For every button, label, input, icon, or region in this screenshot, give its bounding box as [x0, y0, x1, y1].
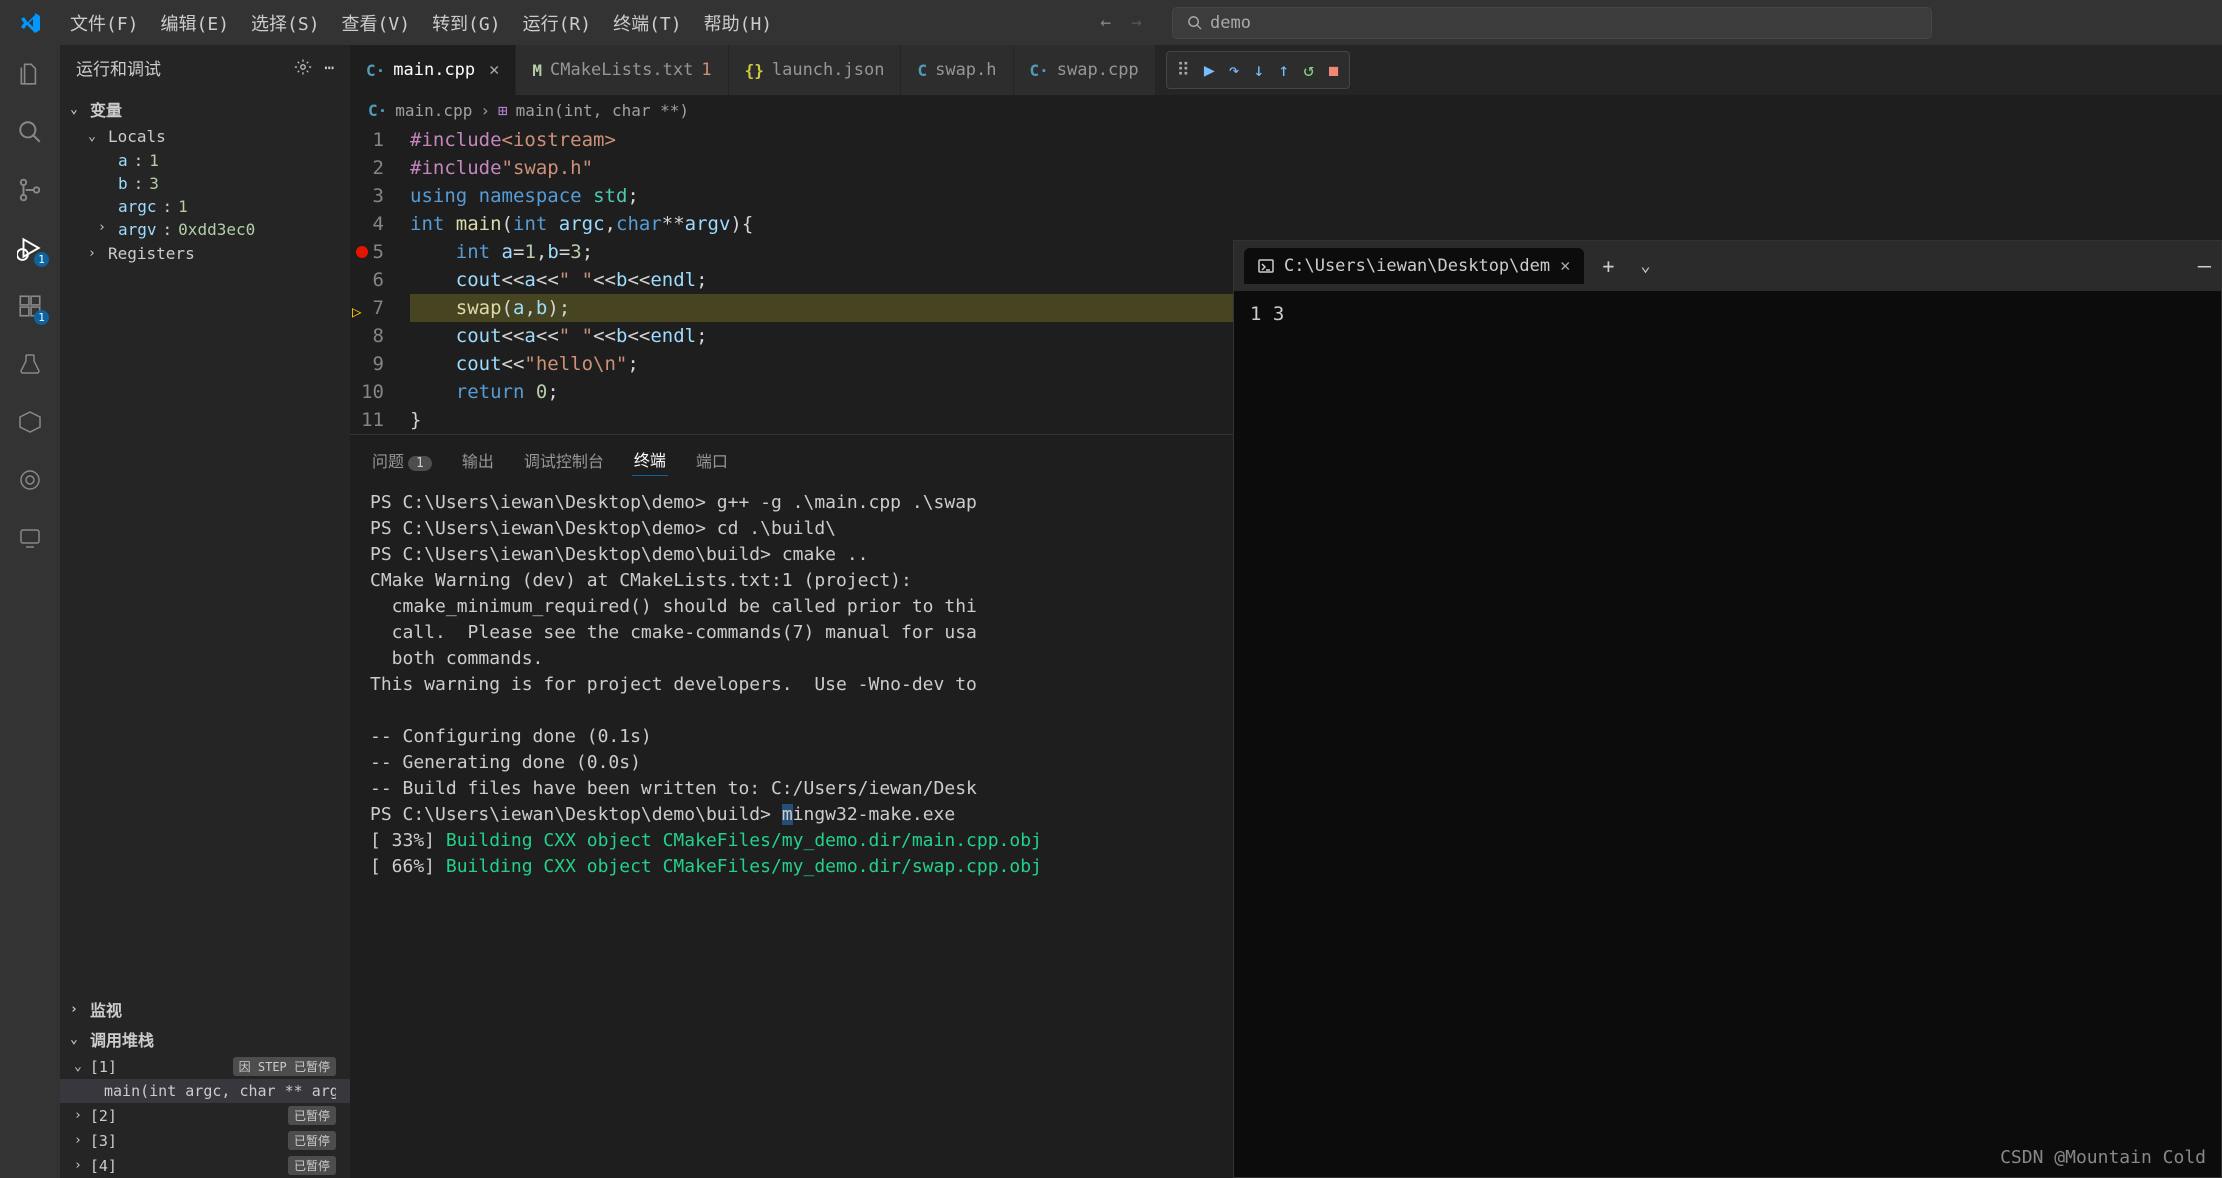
- source-control-icon[interactable]: [15, 175, 45, 205]
- variable-row[interactable]: b: 3: [88, 172, 350, 195]
- editor-tab[interactable]: {}launch.json: [729, 45, 902, 95]
- search-placeholder: demo: [1210, 13, 1251, 33]
- breadcrumb[interactable]: C· main.cpp › ⊞ main(int, char **): [350, 95, 2222, 126]
- restart-icon[interactable]: ↺: [1303, 60, 1314, 81]
- panel-tab-output[interactable]: 输出: [460, 444, 496, 476]
- debug-sidebar: 运行和调试 ⋯ ⌄变量 ⌄Locals a: 1b: 3argc: 1›argv…: [60, 45, 350, 1178]
- external-terminal-window: C:\Users\iewan\Desktop\dem ✕ + ⌄ — 1 3: [1233, 240, 2222, 1178]
- watch-section[interactable]: ›监视: [60, 994, 350, 1024]
- variable-row[interactable]: ›argv: 0xdd3ec0: [88, 218, 350, 241]
- variable-row[interactable]: a: 1: [88, 149, 350, 172]
- menu-select[interactable]: 选择(S): [241, 4, 330, 42]
- panel-tab-problems[interactable]: 问题1: [370, 444, 434, 476]
- search-activity-icon[interactable]: [15, 117, 45, 147]
- nav-arrows: ← →: [1100, 12, 1142, 33]
- locals-section[interactable]: ⌄Locals: [88, 124, 350, 149]
- watermark: CSDN @Mountain Cold: [2000, 1147, 2206, 1168]
- editor-tab[interactable]: C·swap.cpp: [1014, 45, 1156, 95]
- terminal-icon: [1258, 258, 1274, 274]
- command-center[interactable]: demo: [1172, 7, 1932, 39]
- search-icon: [1187, 15, 1202, 30]
- step-out-icon[interactable]: ↑: [1278, 60, 1289, 81]
- close-tab-icon[interactable]: ✕: [489, 60, 499, 80]
- variables-section[interactable]: ⌄变量: [60, 94, 350, 124]
- explorer-icon[interactable]: [15, 59, 45, 89]
- drag-handle-icon[interactable]: ⠿: [1177, 60, 1190, 81]
- menu-goto[interactable]: 转到(G): [422, 4, 511, 42]
- step-into-icon[interactable]: ↓: [1254, 60, 1265, 81]
- editor-tab[interactable]: MCMakeLists.txt1: [516, 45, 728, 95]
- sidebar-header: 运行和调试 ⋯: [60, 45, 350, 90]
- thread-row[interactable]: ›[4]已暂停: [60, 1153, 350, 1178]
- registers-section[interactable]: ›Registers: [88, 241, 350, 266]
- editor-tab[interactable]: C·main.cpp✕: [350, 45, 516, 95]
- cpp-file-icon: C·: [368, 101, 387, 120]
- external-terminal-output[interactable]: 1 3: [1234, 291, 2221, 1177]
- nav-forward-icon[interactable]: →: [1131, 12, 1142, 33]
- testing-icon[interactable]: [15, 349, 45, 379]
- extensions-icon[interactable]: 1: [15, 291, 45, 321]
- stop-icon[interactable]: ◼: [1328, 60, 1339, 81]
- variable-row[interactable]: argc: 1: [88, 195, 350, 218]
- menu-file[interactable]: 文件(F): [60, 4, 149, 42]
- breadcrumb-file[interactable]: main.cpp: [395, 101, 472, 120]
- more-icon[interactable]: ⋯: [324, 58, 334, 77]
- gear-icon[interactable]: [294, 58, 312, 77]
- minimize-icon[interactable]: —: [2198, 254, 2211, 279]
- menu-help[interactable]: 帮助(H): [694, 4, 783, 42]
- thread-row[interactable]: ›[3]已暂停: [60, 1128, 350, 1153]
- debug-toolbar: ⠿ ▶ ↷ ↓ ↑ ↺ ◼: [1166, 51, 1350, 89]
- external-tab-title: C:\Users\iewan\Desktop\dem: [1284, 256, 1550, 276]
- continue-icon[interactable]: ▶: [1204, 60, 1215, 81]
- cpp-icon[interactable]: [15, 407, 45, 437]
- external-tab-bar: C:\Users\iewan\Desktop\dem ✕ + ⌄ —: [1234, 241, 2221, 291]
- menu-terminal[interactable]: 终端(T): [603, 4, 692, 42]
- vscode-logo-icon: [0, 11, 60, 35]
- nav-back-icon[interactable]: ←: [1100, 12, 1111, 33]
- symbol-icon: ⊞: [498, 101, 508, 120]
- new-tab-icon[interactable]: +: [1594, 254, 1622, 278]
- panel-tab-terminal[interactable]: 终端: [632, 443, 668, 476]
- activity-bar: 1 1: [0, 45, 60, 1178]
- editor-tab[interactable]: Cswap.h: [901, 45, 1013, 95]
- editor-area: C·main.cpp✕MCMakeLists.txt1{}launch.json…: [350, 45, 2222, 1178]
- main-menu: 文件(F) 编辑(E) 选择(S) 查看(V) 转到(G) 运行(R) 终端(T…: [60, 4, 782, 42]
- stack-frame-main[interactable]: main(int argc, char ** argv): [60, 1079, 350, 1103]
- panel-tab-debugconsole[interactable]: 调试控制台: [522, 444, 606, 476]
- run-debug-icon[interactable]: 1: [15, 233, 45, 263]
- callstack-section[interactable]: ⌄调用堆栈: [60, 1024, 350, 1054]
- menu-view[interactable]: 查看(V): [332, 4, 421, 42]
- menu-edit[interactable]: 编辑(E): [151, 4, 240, 42]
- close-icon[interactable]: ✕: [1560, 256, 1570, 276]
- remote-icon[interactable]: [15, 523, 45, 553]
- sidebar-title: 运行和调试: [76, 55, 161, 80]
- thread-1[interactable]: ⌄[1] 因 STEP 已暂停: [60, 1054, 350, 1079]
- thread-row[interactable]: ›[2]已暂停: [60, 1103, 350, 1128]
- copilot-icon[interactable]: [15, 465, 45, 495]
- step-over-icon[interactable]: ↷: [1229, 60, 1240, 81]
- external-terminal-tab[interactable]: C:\Users\iewan\Desktop\dem ✕: [1244, 248, 1584, 284]
- title-bar: 文件(F) 编辑(E) 选择(S) 查看(V) 转到(G) 运行(R) 终端(T…: [0, 0, 2222, 45]
- tab-dropdown-icon[interactable]: ⌄: [1632, 256, 1658, 276]
- editor-tabs: C·main.cpp✕MCMakeLists.txt1{}launch.json…: [350, 45, 2222, 95]
- panel-tab-ports[interactable]: 端口: [694, 444, 730, 476]
- breadcrumb-symbol[interactable]: main(int, char **): [516, 101, 689, 120]
- menu-run[interactable]: 运行(R): [513, 4, 602, 42]
